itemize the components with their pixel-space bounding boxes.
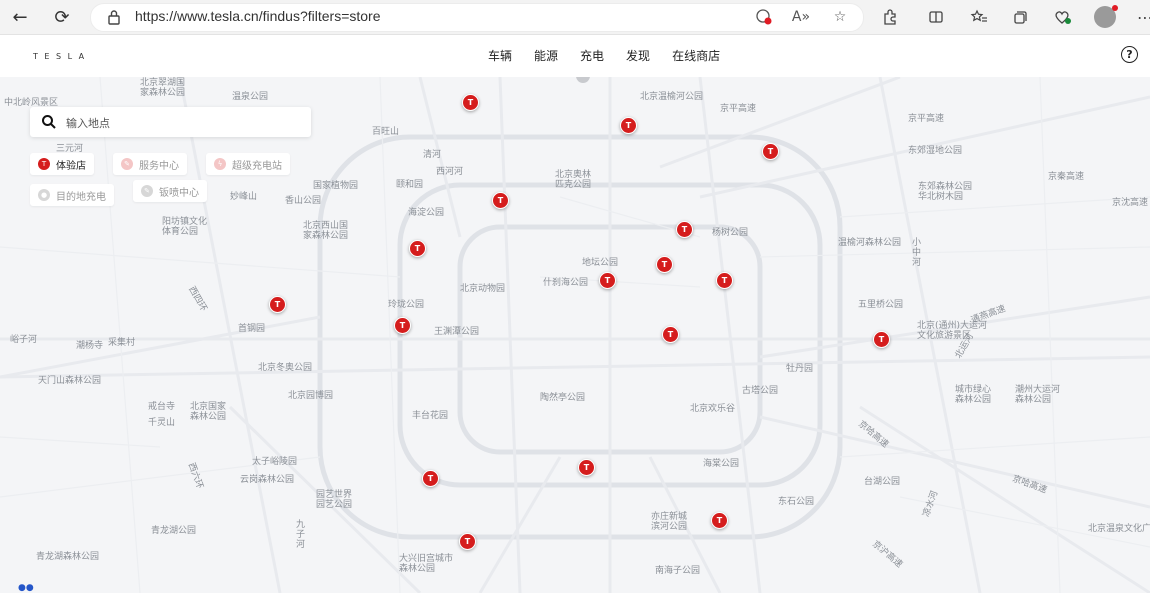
- nav-shop[interactable]: 在线商店: [672, 47, 720, 64]
- wrench-icon: ✎: [121, 158, 133, 170]
- more-menu-icon[interactable]: ⋯: [1134, 6, 1150, 28]
- nav-vehicles[interactable]: 车辆: [488, 47, 512, 64]
- nav-discover[interactable]: 发现: [626, 47, 650, 64]
- store-pin[interactable]: T: [662, 326, 679, 343]
- help-icon[interactable]: ?: [1121, 46, 1138, 63]
- store-pin[interactable]: T: [409, 240, 426, 257]
- store-pin[interactable]: T: [599, 272, 616, 289]
- filter-body-shop[interactable]: ✎ 钣喷中心: [133, 180, 207, 202]
- supercharger-icon: ϟ: [214, 158, 226, 170]
- search-icon: [42, 115, 56, 129]
- store-pin[interactable]: T: [676, 221, 693, 238]
- store-pin[interactable]: T: [492, 192, 509, 209]
- address-bar[interactable]: https://www.tesla.cn/findus?filters=stor…: [90, 3, 864, 32]
- tesla-logo[interactable]: T E S L A: [33, 52, 86, 61]
- store-pin[interactable]: T: [462, 94, 479, 111]
- store-pin[interactable]: T: [578, 459, 595, 476]
- extensions-icon[interactable]: [879, 6, 901, 28]
- favorite-star-icon[interactable]: ☆: [829, 7, 851, 27]
- store-pin[interactable]: T: [762, 143, 779, 160]
- tesla-logo-icon: T: [38, 158, 50, 170]
- store-pin[interactable]: T: [459, 533, 476, 550]
- filter-service-center[interactable]: ✎ 服务中心: [113, 153, 187, 175]
- search-input[interactable]: [64, 112, 298, 134]
- plug-icon: ●: [38, 189, 50, 201]
- split-screen-icon[interactable]: [925, 6, 947, 28]
- favorites-list-icon[interactable]: [968, 6, 990, 28]
- store-pin[interactable]: T: [422, 470, 439, 487]
- lock-icon: [108, 10, 120, 25]
- back-arrow-icon[interactable]: ←: [6, 4, 34, 30]
- refresh-icon[interactable]: ⟳: [48, 4, 76, 30]
- store-pin[interactable]: T: [873, 331, 890, 348]
- filter-destination-charging[interactable]: ● 目的地充电: [30, 184, 114, 206]
- read-aloud-icon[interactable]: A»: [790, 7, 812, 27]
- tracking-prevention-icon[interactable]: [753, 7, 775, 27]
- browser-toolbar: ← ⟳ https://www.tesla.cn/findus?filters=…: [0, 0, 1150, 35]
- store-pin[interactable]: T: [716, 272, 733, 289]
- filter-store[interactable]: T 体验店: [30, 153, 94, 175]
- location-search: [30, 107, 311, 137]
- spray-icon: ✎: [141, 185, 153, 197]
- site-header: T E S L A 车辆 能源 充电 发现 在线商店 ?: [0, 35, 1150, 77]
- url-text: https://www.tesla.cn/findus?filters=stor…: [135, 8, 381, 24]
- filter-supercharger[interactable]: ϟ 超级充电站: [206, 153, 290, 175]
- store-pin[interactable]: T: [711, 512, 728, 529]
- store-pin[interactable]: T: [656, 256, 673, 273]
- collections-icon[interactable]: [1009, 6, 1031, 28]
- notification-dot: [1112, 5, 1118, 11]
- store-pin[interactable]: T: [269, 296, 286, 313]
- main-nav: 车辆 能源 充电 发现 在线商店: [488, 47, 742, 64]
- store-pin[interactable]: T: [620, 117, 637, 134]
- store-pin[interactable]: T: [394, 317, 411, 334]
- nav-charging[interactable]: 充电: [580, 47, 604, 64]
- nav-energy[interactable]: 能源: [534, 47, 558, 64]
- browser-essentials-icon[interactable]: [1052, 6, 1074, 28]
- compass-icon: ●●: [18, 583, 34, 593]
